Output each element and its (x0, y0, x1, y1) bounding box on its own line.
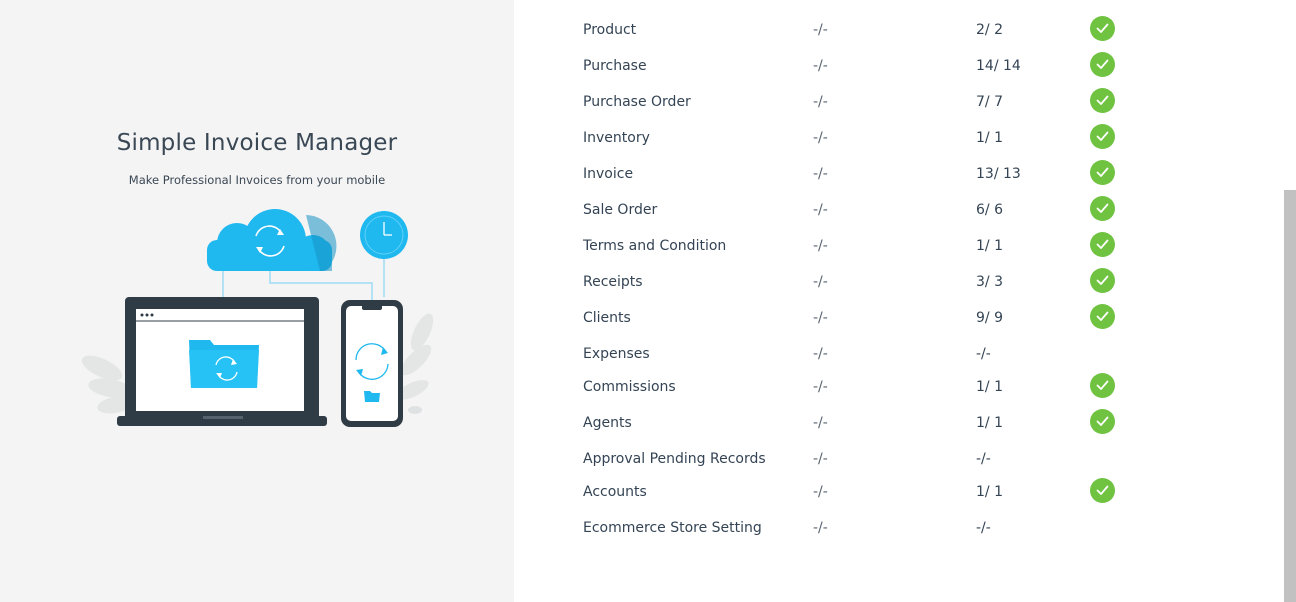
module-name: Inventory (583, 130, 650, 146)
server-count: -/- (813, 130, 828, 146)
sync-status-panel: Product -/- 2/ 2 Purchase -/- 14/ 14 Purchase … (514, 0, 1284, 602)
server-count: -/- (813, 451, 828, 467)
server-count: -/- (813, 346, 828, 362)
sync-row: Clients -/- 9/ 9 (583, 304, 1183, 345)
local-count: -/- (976, 451, 991, 467)
branding-panel: Simple Invoice Manager Make Professional… (0, 0, 514, 602)
module-name: Clients (583, 310, 631, 326)
local-count: -/- (976, 520, 991, 536)
local-count: 3/ 3 (976, 274, 1003, 290)
sync-row: Commissions -/- 1/ 1 (583, 373, 1183, 414)
local-count: 1/ 1 (976, 484, 1003, 500)
local-count: 7/ 7 (976, 94, 1003, 110)
check-circle-icon (1090, 304, 1115, 329)
server-count: -/- (813, 520, 828, 536)
module-name: Accounts (583, 484, 647, 500)
module-name: Sale Order (583, 202, 658, 218)
server-count: -/- (813, 58, 828, 74)
check-circle-icon (1090, 232, 1115, 257)
local-count: 13/ 13 (976, 166, 1021, 182)
local-count: 14/ 14 (976, 58, 1021, 74)
module-name: Agents (583, 415, 632, 431)
check-circle-icon (1090, 268, 1115, 293)
sync-row: Sale Order -/- 6/ 6 (583, 196, 1183, 237)
sync-row: Purchase Order -/- 7/ 7 (583, 88, 1183, 129)
local-count: 1/ 1 (976, 379, 1003, 395)
sync-row: Receipts -/- 3/ 3 (583, 268, 1183, 309)
server-count: -/- (813, 415, 828, 431)
sync-row: Ecommerce Store Setting -/- -/- (583, 519, 1183, 555)
laptop-icon (117, 297, 327, 426)
check-circle-icon (1090, 373, 1115, 398)
server-count: -/- (813, 310, 828, 326)
module-name: Ecommerce Store Setting (583, 520, 762, 536)
app-subtitle: Make Professional Invoices from your mob… (128, 173, 386, 187)
local-count: 1/ 1 (976, 415, 1003, 431)
sync-row: Product -/- 2/ 2 (583, 16, 1183, 57)
check-circle-icon (1090, 124, 1115, 149)
check-circle-icon (1090, 409, 1115, 434)
sync-row: Terms and Condition -/- 1/ 1 (583, 232, 1183, 273)
check-circle-icon (1090, 478, 1115, 503)
sync-row: Agents -/- 1/ 1 (583, 409, 1183, 450)
scrollbar[interactable] (1284, 0, 1296, 602)
sync-row: Purchase -/- 14/ 14 (583, 52, 1183, 93)
scrollbar-thumb[interactable] (1284, 190, 1296, 602)
server-count: -/- (813, 238, 828, 254)
check-circle-icon (1090, 88, 1115, 113)
module-name: Purchase (583, 58, 647, 74)
check-circle-icon (1090, 16, 1115, 41)
local-count: 2/ 2 (976, 22, 1003, 38)
check-circle-icon (1090, 160, 1115, 185)
local-count: 1/ 1 (976, 238, 1003, 254)
server-count: -/- (813, 202, 828, 218)
server-count: -/- (813, 22, 828, 38)
module-name: Terms and Condition (583, 238, 727, 254)
app-title: Simple Invoice Manager (116, 130, 398, 156)
module-name: Commissions (583, 379, 676, 395)
sync-row: Accounts -/- 1/ 1 (583, 478, 1183, 519)
sync-row: Inventory -/- 1/ 1 (583, 124, 1183, 165)
local-count: 9/ 9 (976, 310, 1003, 326)
server-count: -/- (813, 274, 828, 290)
clock-icon (360, 211, 408, 259)
sync-row: Invoice -/- 13/ 13 (583, 160, 1183, 201)
server-count: -/- (813, 166, 828, 182)
server-count: -/- (813, 94, 828, 110)
check-circle-icon (1090, 52, 1115, 77)
cloud-sync-icon (207, 209, 337, 271)
server-count: -/- (813, 484, 828, 500)
module-name: Purchase Order (583, 94, 691, 110)
module-name: Product (583, 22, 637, 38)
phone-icon (341, 300, 403, 427)
local-count: -/- (976, 346, 991, 362)
module-name: Receipts (583, 274, 643, 290)
module-name: Expenses (583, 346, 650, 362)
module-name: Invoice (583, 166, 634, 182)
server-count: -/- (813, 379, 828, 395)
local-count: 6/ 6 (976, 202, 1003, 218)
module-name: Approval Pending Records (583, 451, 766, 467)
sync-illustration (81, 209, 434, 427)
check-circle-icon (1090, 196, 1115, 221)
local-count: 1/ 1 (976, 130, 1003, 146)
